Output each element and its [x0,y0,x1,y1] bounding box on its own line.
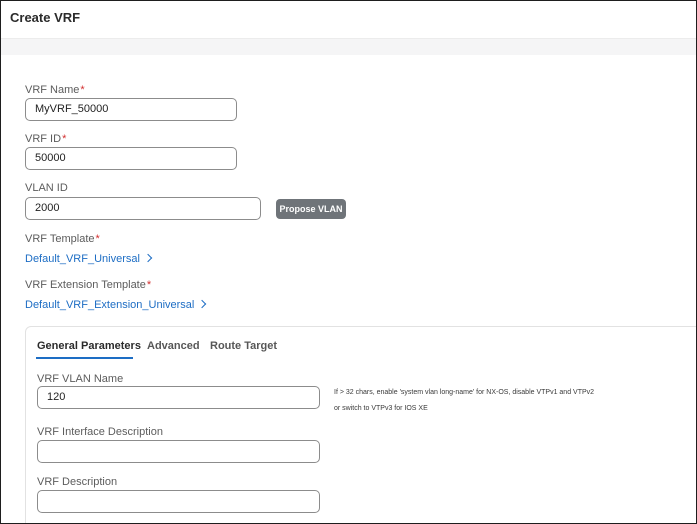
vrf-template-label: VRF Template* [25,233,100,245]
create-vrf-dialog: Create VRF VRF Name* MyVRF_50000 VRF ID*… [0,0,697,524]
tab-advanced[interactable]: Advanced [147,340,200,352]
vlan-name-hint: If > 32 chars, enable 'system vlan long-… [334,385,594,417]
required-mark: * [95,233,100,245]
required-mark: * [62,133,67,145]
required-mark: * [80,84,85,96]
vlan-name-hint-line-2: or switch to VTPv3 for IOS XE [334,405,428,412]
vrf-description-label: VRF Description [37,476,118,488]
vlan-name-hint-line-1: If > 32 chars, enable 'system vlan long-… [334,389,595,396]
vrf-interface-description-label: VRF Interface Description [37,426,163,438]
vrf-name-input[interactable]: MyVRF_50000 [25,98,237,121]
vrf-extension-template-label-text: VRF Extension Template [25,279,146,291]
vrf-name-label-text: VRF Name [25,84,80,96]
vrf-template-link-text[interactable]: Default_VRF_Universal [25,253,140,265]
tab-route-target[interactable]: Route Target [210,340,277,352]
vrf-name-label: VRF Name* [25,84,85,96]
vlan-id-input[interactable]: 2000 [25,197,261,220]
vrf-extension-template-link-text[interactable]: Default_VRF_Extension_Universal [25,299,194,311]
header-divider [1,38,696,55]
vrf-template-label-text: VRF Template [25,233,95,245]
vrf-template-link[interactable]: Default_VRF_Universal [25,253,153,265]
vrf-id-input[interactable]: 50000 [25,147,237,170]
vlan-id-label: VLAN ID [25,182,68,194]
vrf-id-label-text: VRF ID [25,133,62,145]
required-mark: * [146,279,152,291]
vrf-extension-template-link[interactable]: Default_VRF_Extension_Universal [25,299,207,311]
dialog-title: Create VRF [10,10,81,25]
vrf-vlan-name-input[interactable]: 120 [37,386,320,409]
vrf-extension-template-label: VRF Extension Template* [25,279,151,291]
tab-general-parameters[interactable]: General Parameters [37,340,141,352]
vrf-vlan-name-label: VRF VLAN Name [37,373,124,385]
propose-vlan-button[interactable]: Propose VLAN [276,199,346,219]
active-tab-underline [36,357,133,359]
vrf-interface-description-input[interactable] [37,440,320,463]
vrf-id-label: VRF ID* [25,133,66,145]
vrf-description-input[interactable] [37,490,320,513]
chevron-right-icon [143,253,153,263]
chevron-right-icon [198,299,207,309]
